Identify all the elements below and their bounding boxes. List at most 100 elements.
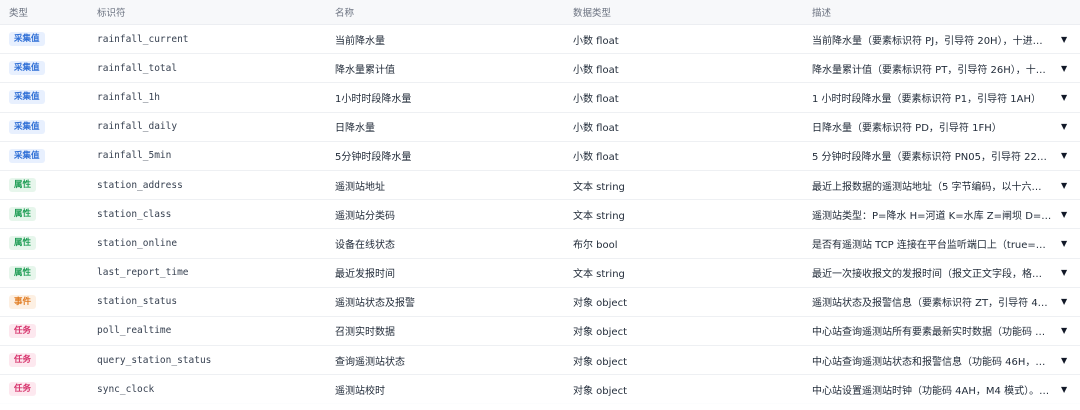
identifier-cell: station_class xyxy=(97,208,172,220)
type-badge: 采集值 xyxy=(9,32,45,47)
type-cell: 任务 xyxy=(9,382,79,397)
identifier-cell: rainfall_1h xyxy=(97,91,160,103)
description-cell: 最近一次接收报文的发报时间（报文正文字段，格… xyxy=(812,269,1042,281)
table-row[interactable]: 任务 poll_realtime 召测实时数据 对象 object 中心站查询遥测站所有… xyxy=(0,317,1080,347)
expand-chevron-icon[interactable]: ▼ xyxy=(1061,356,1073,365)
description-cell: 降水量累计值（要素标识符 PT，引导符 26H），十… xyxy=(812,64,1046,76)
table-row[interactable]: 任务 query_station_status 查询遥测站状态 对象 object 中心… xyxy=(0,346,1080,376)
type-badge: 事件 xyxy=(9,294,37,309)
type-badge: 采集值 xyxy=(9,119,45,134)
type-cell: 采集值 xyxy=(9,148,79,163)
type-cell: 事件 xyxy=(9,294,79,309)
type-badge: 属性 xyxy=(9,207,37,222)
description-cell: 当前降水量（要素标识符 PJ，引导符 20H），十进… xyxy=(812,35,1043,47)
description-cell: 遥测站类型：P=降水 H=河道 K=水库 Z=闸坝 D=泵… xyxy=(812,210,1057,222)
type-cell: 任务 xyxy=(9,353,79,368)
header-data-type[interactable]: 数据类型 xyxy=(573,5,793,19)
expand-chevron-icon[interactable]: ▼ xyxy=(1061,239,1073,248)
identifier-cell: station_status xyxy=(97,296,178,308)
description-cell: 日降水量（要素标识符 PD，引导符 1FH） xyxy=(812,123,1002,135)
name-cell: 5分钟时段降水量 xyxy=(335,152,412,164)
data-type-cell: 小数 float xyxy=(573,64,619,76)
data-type-cell: 对象 object xyxy=(573,356,627,368)
name-cell: 召测实时数据 xyxy=(335,327,395,339)
name-cell: 当前降水量 xyxy=(335,35,385,47)
header-description[interactable]: 描述 xyxy=(812,5,1057,19)
description-cell: 中心站查询遥测站所有要素最新实时数据（功能码 … xyxy=(812,327,1046,339)
type-badge: 任务 xyxy=(9,353,37,368)
expand-chevron-icon[interactable]: ▼ xyxy=(1061,181,1073,190)
name-cell: 1小时时段降水量 xyxy=(335,93,412,105)
expand-chevron-icon[interactable]: ▼ xyxy=(1061,93,1073,102)
type-cell: 采集值 xyxy=(9,119,79,134)
expand-chevron-icon[interactable]: ▼ xyxy=(1061,151,1073,160)
description-cell: 遥测站状态及报警信息（要素标识符 ZT，引导符 4… xyxy=(812,298,1048,310)
data-type-cell: 小数 float xyxy=(573,93,619,105)
header-identifier[interactable]: 标识符 xyxy=(97,5,317,19)
table-row[interactable]: 采集值 rainfall_1h 1小时时段降水量 小数 float 1 小时时段降水量（… xyxy=(0,83,1080,113)
expand-chevron-icon[interactable]: ▼ xyxy=(1061,35,1073,44)
type-cell: 属性 xyxy=(9,178,79,193)
type-cell: 任务 xyxy=(9,323,79,338)
identifier-cell: rainfall_5min xyxy=(97,150,172,162)
expand-chevron-icon[interactable]: ▼ xyxy=(1061,210,1073,219)
type-badge: 任务 xyxy=(9,382,37,397)
table-row[interactable]: 属性 station_address 遥测站地址 文本 string 最近上报数据的遥测… xyxy=(0,171,1080,201)
header-type[interactable]: 类型 xyxy=(9,5,79,19)
type-badge: 采集值 xyxy=(9,90,45,105)
name-cell: 最近发报时间 xyxy=(335,269,395,281)
expand-chevron-icon[interactable]: ▼ xyxy=(1061,297,1073,306)
expand-chevron-icon[interactable]: ▼ xyxy=(1061,64,1073,73)
table-row[interactable]: 任务 sync_clock 遥测站校时 对象 object 中心站设置遥测站时钟（功能码… xyxy=(0,375,1080,405)
identifier-cell: station_online xyxy=(97,237,178,249)
identifier-cell: rainfall_current xyxy=(97,33,189,45)
type-badge: 属性 xyxy=(9,265,37,280)
description-cell: 中心站设置遥测站时钟（功能码 4AH，M4 模式）。… xyxy=(812,385,1050,397)
name-cell: 遥测站状态及报警 xyxy=(335,298,415,310)
table-row[interactable]: 属性 station_online 设备在线状态 布尔 bool 是否有遥测站 TCP … xyxy=(0,229,1080,259)
type-cell: 属性 xyxy=(9,207,79,222)
table-body: 采集值 rainfall_current 当前降水量 小数 float 当前降水量（要素… xyxy=(0,25,1080,405)
identifier-cell: query_station_status xyxy=(97,354,212,366)
identifier-cell: rainfall_daily xyxy=(97,121,178,133)
table-header: 类型 标识符 名称 数据类型 描述 xyxy=(0,0,1080,25)
type-badge: 采集值 xyxy=(9,61,45,76)
identifier-cell: sync_clock xyxy=(97,383,155,395)
table-row[interactable]: 采集值 rainfall_current 当前降水量 小数 float 当前降水量（要素… xyxy=(0,25,1080,55)
header-name[interactable]: 名称 xyxy=(335,5,555,19)
description-cell: 最近上报数据的遥测站地址（5 字节编码，以十六… xyxy=(812,181,1042,193)
expand-chevron-icon[interactable]: ▼ xyxy=(1061,385,1073,394)
table-row[interactable]: 采集值 rainfall_total 降水量累计值 小数 float 降水量累计值（要素… xyxy=(0,54,1080,84)
expand-chevron-icon[interactable]: ▼ xyxy=(1061,122,1073,131)
properties-table: 类型 标识符 名称 数据类型 描述 采集值 rainfall_current 当前降… xyxy=(0,0,1080,405)
table-row[interactable]: 属性 last_report_time 最近发报时间 文本 string 最近一次接收报… xyxy=(0,259,1080,288)
table-row[interactable]: 采集值 rainfall_daily 日降水量 小数 float 日降水量（要素标识符 … xyxy=(0,113,1080,142)
type-badge: 采集值 xyxy=(9,148,45,163)
data-type-cell: 文本 string xyxy=(573,210,625,222)
name-cell: 设备在线状态 xyxy=(335,239,395,251)
table-row[interactable]: 采集值 rainfall_5min 5分钟时段降水量 小数 float 5 分钟时段降水… xyxy=(0,142,1080,171)
data-type-cell: 对象 object xyxy=(573,385,627,397)
name-cell: 降水量累计值 xyxy=(335,64,395,76)
table-row[interactable]: 事件 station_status 遥测站状态及报警 对象 object 遥测站状态及报… xyxy=(0,288,1080,317)
name-cell: 遥测站分类码 xyxy=(335,210,395,222)
data-type-cell: 文本 string xyxy=(573,269,625,281)
identifier-cell: last_report_time xyxy=(97,267,189,279)
name-cell: 查询遥测站状态 xyxy=(335,356,405,368)
data-type-cell: 对象 object xyxy=(573,327,627,339)
type-cell: 采集值 xyxy=(9,90,79,105)
type-badge: 属性 xyxy=(9,178,37,193)
type-cell: 属性 xyxy=(9,236,79,251)
data-type-cell: 小数 float xyxy=(573,35,619,47)
description-cell: 是否有遥测站 TCP 连接在平台监听端口上（true=… xyxy=(812,239,1046,251)
table-row[interactable]: 属性 station_class 遥测站分类码 文本 string 遥测站类型：P=降水… xyxy=(0,200,1080,230)
description-cell: 1 小时时段降水量（要素标识符 P1，引导符 1AH） xyxy=(812,93,1042,105)
description-cell: 5 分钟时段降水量（要素标识符 PN05，引导符 22… xyxy=(812,152,1047,164)
type-badge: 任务 xyxy=(9,323,37,338)
expand-chevron-icon[interactable]: ▼ xyxy=(1061,326,1073,335)
data-type-cell: 对象 object xyxy=(573,298,627,310)
expand-chevron-icon[interactable]: ▼ xyxy=(1061,268,1073,277)
type-cell: 采集值 xyxy=(9,32,79,47)
identifier-cell: poll_realtime xyxy=(97,325,172,337)
name-cell: 日降水量 xyxy=(335,123,375,135)
